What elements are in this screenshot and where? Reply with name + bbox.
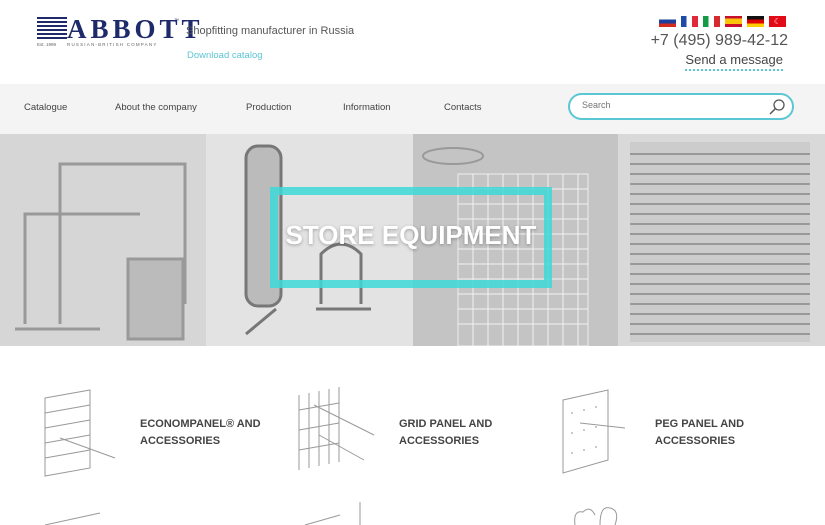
logo-sub: RUSSIAN-BRITISH COMPANY (67, 42, 158, 47)
logo-est: Est. 1999 (37, 42, 57, 47)
category-peg-panel[interactable]: PEG PANEL AND ACCESSORIES (560, 388, 785, 478)
flag-es-icon[interactable] (725, 16, 742, 27)
flag-fr-icon[interactable] (681, 16, 698, 27)
nav-catalogue[interactable]: Catalogue (24, 102, 67, 113)
mannequin-icon (574, 507, 618, 525)
language-flags: ☾ (659, 16, 786, 27)
econompanel-icon (44, 389, 116, 477)
hero-rack-image (0, 134, 206, 346)
flag-it-icon[interactable] (703, 16, 720, 27)
search-box (568, 93, 794, 120)
category-icon-partial (44, 512, 101, 525)
hero-banner[interactable]: STORE EQUIPMENT (0, 134, 825, 346)
nav-contacts[interactable]: Contacts (444, 102, 482, 113)
phone-number[interactable]: +7 (495) 989-42-12 (651, 32, 788, 50)
grid-panel-icon (298, 387, 375, 470)
abbott-logo[interactable]: ABBOTT ™ Est. 1999 RUSSIAN-BRITISH COMPA… (37, 14, 200, 48)
logo-stripes-icon (37, 17, 67, 41)
category-label: PEG PANEL AND ACCESSORIES (655, 418, 745, 447)
flag-ru-icon[interactable] (659, 16, 676, 27)
nav-information[interactable]: Information (343, 102, 391, 113)
peg-panel-icon (562, 389, 626, 474)
nav-production[interactable]: Production (246, 102, 291, 113)
send-message-link[interactable]: Send a message (685, 52, 783, 71)
flag-de-icon[interactable] (747, 16, 764, 27)
category-icon-partial (304, 502, 361, 525)
header: ABBOTT ™ Est. 1999 RUSSIAN-BRITISH COMPA… (0, 0, 825, 84)
flag-tr-icon[interactable]: ☾ (769, 16, 786, 27)
category-econompanel[interactable]: ECONOMPANEL® AND ACCESSORIES (40, 388, 270, 478)
nav-about[interactable]: About the company (115, 102, 197, 113)
download-catalog-link[interactable]: Download catalog (187, 50, 263, 61)
category-label: GRID PANEL AND ACCESSORIES (399, 417, 493, 447)
hero-title: STORE EQUIPMENT (285, 220, 537, 250)
category-grid-panel[interactable]: GRID PANEL AND ACCESSORIES (294, 385, 529, 480)
hero-slatwall-image (618, 134, 825, 346)
search-icon[interactable] (768, 98, 786, 116)
logo-text: ABBOTT (67, 14, 204, 44)
search-input[interactable] (582, 100, 762, 110)
tagline: Shopfitting manufacturer in Russia (186, 25, 355, 37)
category-label: ECONOMPANEL® AND ACCESSORIES (140, 418, 261, 447)
